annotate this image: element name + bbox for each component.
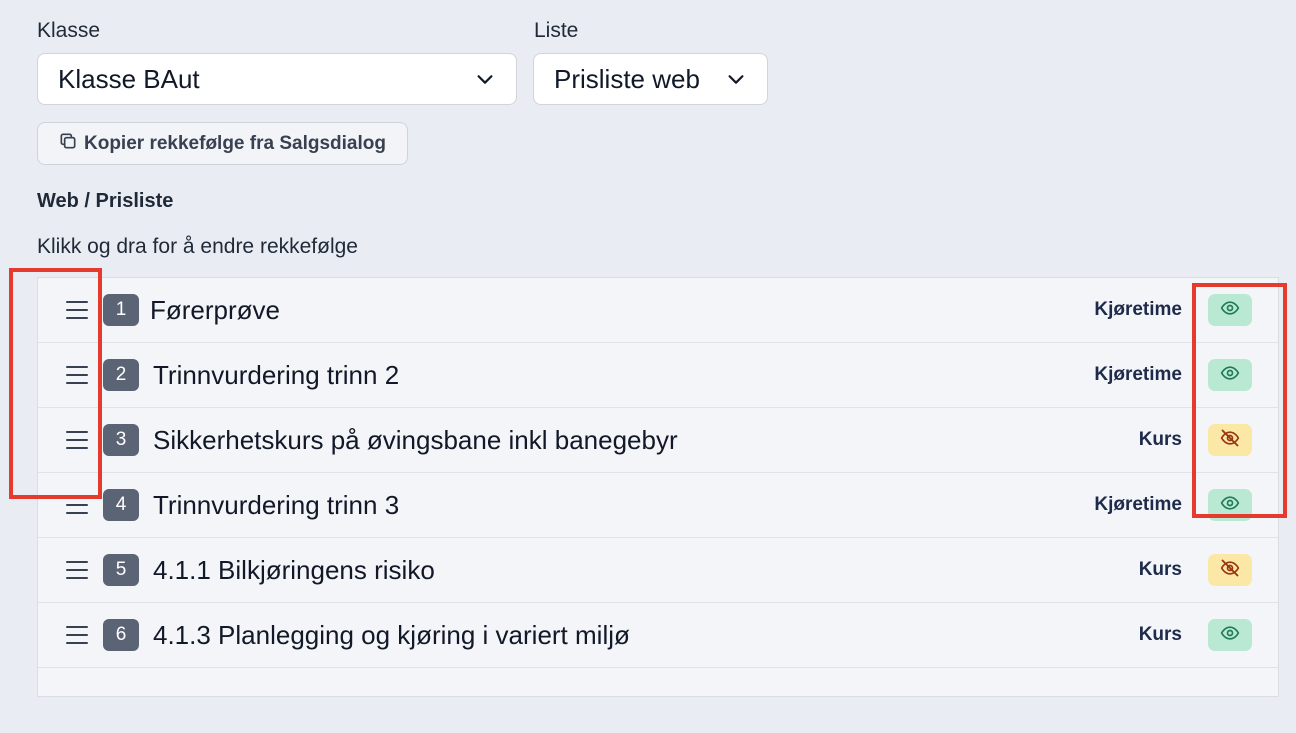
- klasse-select-value: Klasse BAut: [58, 63, 200, 94]
- order-number-badge: 1: [103, 294, 139, 326]
- drag-handle-icon[interactable]: [66, 366, 88, 384]
- eye-off-icon: [1220, 428, 1240, 453]
- copy-order-button-label: Kopier rekkefølge fra Salgsdialog: [84, 132, 386, 154]
- chevron-down-icon: [474, 68, 496, 90]
- list-item[interactable]: 3 Sikkerhetskurs på øvingsbane inkl bane…: [38, 408, 1278, 473]
- visibility-toggle[interactable]: [1208, 424, 1252, 456]
- eye-icon: [1220, 363, 1240, 388]
- item-name: 4.1.3 Planlegging og kjøring i variert m…: [153, 619, 630, 650]
- item-name: Førerprøve: [150, 294, 280, 325]
- liste-label: Liste: [534, 19, 579, 42]
- visibility-toggle[interactable]: [1208, 294, 1252, 326]
- list-item[interactable]: 2 Trinnvurdering trinn 2 Kjøretime: [38, 343, 1278, 408]
- order-number-badge: 6: [103, 619, 139, 651]
- item-category: Kjøretime: [1094, 299, 1182, 320]
- order-number-badge: 5: [103, 554, 139, 586]
- chevron-down-icon: [725, 68, 747, 90]
- sortable-price-list: 1 Førerprøve Kjøretime 2 Trinnvurdering …: [37, 277, 1279, 697]
- item-category: Kjøretime: [1094, 364, 1182, 385]
- visibility-toggle[interactable]: [1208, 359, 1252, 391]
- liste-select-value: Prisliste web: [554, 63, 700, 94]
- item-name: 4.1.1 Bilkjøringens risiko: [153, 554, 435, 585]
- list-item[interactable]: 4 Trinnvurdering trinn 3 Kjøretime: [38, 473, 1278, 538]
- klasse-select[interactable]: Klasse BAut: [37, 53, 517, 105]
- item-category: Kurs: [1138, 559, 1182, 580]
- order-number-badge: 4: [103, 489, 139, 521]
- order-number-badge: 2: [103, 359, 139, 391]
- eye-icon: [1220, 493, 1240, 518]
- section-title: Web / Prisliste: [37, 190, 174, 212]
- eye-off-icon: [1220, 558, 1240, 583]
- item-name: Sikkerhetskurs på øvingsbane inkl banege…: [153, 424, 678, 455]
- drag-handle-icon[interactable]: [66, 496, 88, 514]
- item-category: Kjøretime: [1094, 494, 1182, 515]
- klasse-label: Klasse: [37, 19, 101, 42]
- drag-handle-icon[interactable]: [66, 431, 88, 449]
- eye-icon: [1220, 623, 1240, 648]
- drag-handle-icon[interactable]: [66, 301, 88, 319]
- visibility-toggle[interactable]: [1208, 619, 1252, 651]
- copy-order-button[interactable]: Kopier rekkefølge fra Salgsdialog: [37, 122, 408, 165]
- list-item[interactable]: [38, 668, 1278, 733]
- item-category: Kurs: [1138, 429, 1182, 450]
- drag-handle-icon[interactable]: [66, 561, 88, 579]
- list-item[interactable]: 5 4.1.1 Bilkjøringens risiko Kurs: [38, 538, 1278, 603]
- item-name: Trinnvurdering trinn 2: [153, 359, 400, 390]
- item-name: Trinnvurdering trinn 3: [153, 489, 400, 520]
- item-category: Kurs: [1138, 624, 1182, 645]
- order-number-badge: 3: [103, 424, 139, 456]
- visibility-toggle[interactable]: [1208, 489, 1252, 521]
- list-item[interactable]: 1 Førerprøve Kjøretime: [38, 278, 1278, 343]
- drag-handle-icon[interactable]: [66, 626, 88, 644]
- visibility-toggle[interactable]: [1208, 554, 1252, 586]
- reorder-hint: Klikk og dra for å endre rekkefølge: [37, 235, 358, 258]
- liste-select[interactable]: Prisliste web: [533, 53, 768, 105]
- list-item[interactable]: 6 4.1.3 Planlegging og kjøring i variert…: [38, 603, 1278, 668]
- eye-icon: [1220, 298, 1240, 323]
- copy-icon: [58, 131, 78, 157]
